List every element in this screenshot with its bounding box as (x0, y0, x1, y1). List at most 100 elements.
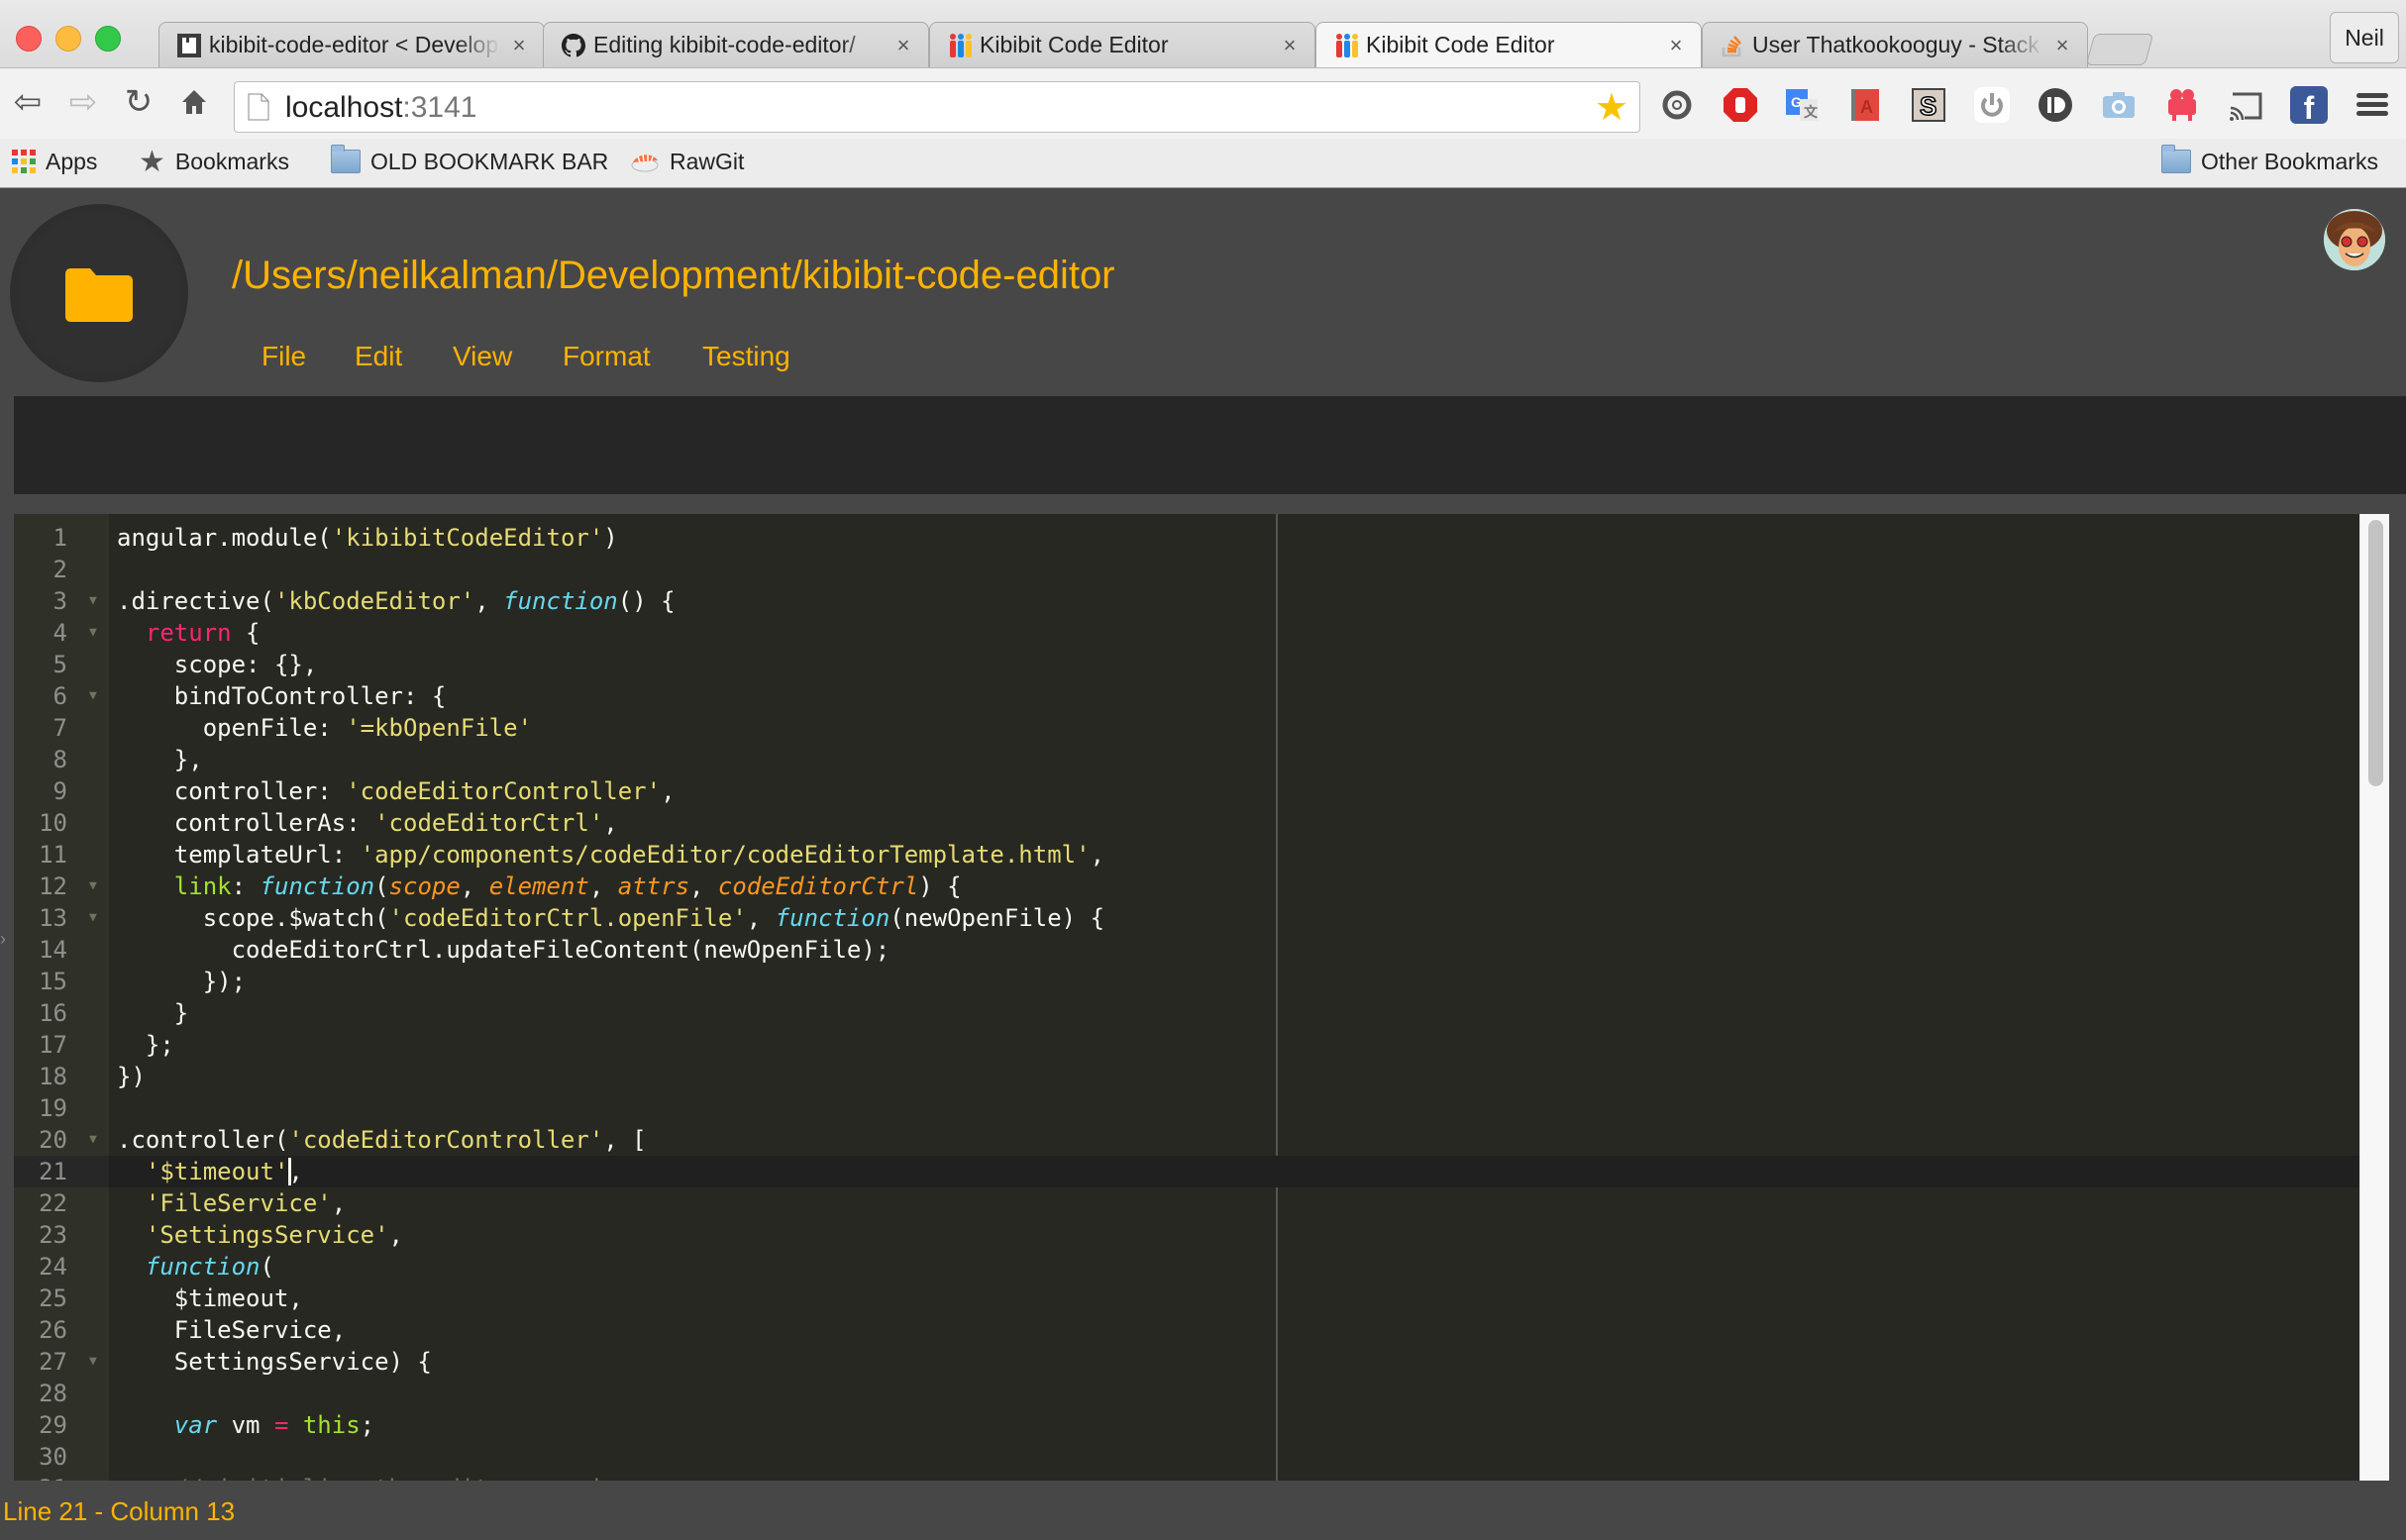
back-arrow-icon[interactable]: ⇦ (10, 83, 46, 121)
menu-testing[interactable]: Testing (702, 341, 790, 372)
video-recorder-icon[interactable] (2163, 86, 2201, 124)
new-tab-button[interactable] (2085, 34, 2154, 65)
scrollbar-thumb[interactable] (2368, 520, 2383, 786)
fold-toggle-icon[interactable]: ▼ (89, 585, 97, 617)
code-line[interactable]: 14 codeEditorCtrl.updateFileContent(newO… (14, 934, 2359, 966)
url-text[interactable]: localhost:3141 (285, 91, 476, 125)
code-text: function( (117, 1251, 274, 1283)
browser-tab[interactable]: Kibibit Code Editor × (929, 22, 1315, 67)
fold-toggle-icon[interactable]: ▼ (89, 617, 97, 649)
profile-button[interactable]: Neil (2330, 12, 2399, 63)
other-bookmarks[interactable]: Other Bookmarks (2161, 145, 2378, 176)
google-translate-icon[interactable]: G文 (1783, 86, 1821, 124)
browser-tab[interactable]: User Thatkookooguy - Stack Overflow × (1702, 22, 2088, 67)
code-line[interactable]: 4 ▼ return { (14, 617, 2359, 649)
browser-tab[interactable]: kibibit-code-editor < Development × (158, 22, 545, 67)
facebook-icon[interactable]: f (2290, 86, 2328, 126)
code-line[interactable]: 11 templateUrl: 'app/components/codeEdit… (14, 839, 2359, 871)
reload-icon[interactable]: ↻ (121, 83, 157, 121)
code-line[interactable]: 18}) (14, 1061, 2359, 1092)
power-icon[interactable] (1973, 86, 2011, 124)
chrome-menu-icon[interactable] (2354, 86, 2391, 124)
bookmark-star-icon[interactable]: ★ (1595, 85, 1628, 130)
fold-toggle-icon[interactable]: ▼ (89, 902, 97, 934)
tab-close-button[interactable]: × (2051, 33, 2073, 58)
code-line[interactable]: 19 (14, 1092, 2359, 1124)
window-close-button[interactable] (16, 26, 42, 51)
code-line[interactable]: 8 }, (14, 744, 2359, 775)
forward-arrow-icon[interactable]: ⇨ (65, 83, 101, 121)
code-line[interactable]: 23 'SettingsService', (14, 1219, 2359, 1251)
window-minimize-button[interactable] (55, 26, 81, 51)
token-plain: }; (117, 1031, 174, 1059)
editor-vertical-scrollbar[interactable] (2359, 514, 2389, 1481)
code-line[interactable]: 15 }); (14, 966, 2359, 997)
code-lines[interactable]: 1 angular.module('kibibitCodeEditor') 2 3 ▼.… (14, 522, 2359, 1481)
fold-toggle-icon[interactable]: ▼ (89, 871, 97, 902)
cast-icon[interactable] (2227, 86, 2264, 124)
fold-toggle-icon[interactable]: ▼ (89, 680, 97, 712)
code-line[interactable]: 22 'FileService', (14, 1187, 2359, 1219)
code-line[interactable]: 13 ▼ scope.$watch('codeEditorCtrl.openFil… (14, 902, 2359, 934)
token-kw: return (145, 619, 232, 647)
bookmark-old-bookmark-bar[interactable]: OLD BOOKMARK BAR (331, 145, 608, 176)
code-line[interactable]: 30 (14, 1441, 2359, 1473)
sync-icon[interactable] (1658, 86, 1696, 124)
d-extension-icon[interactable] (2037, 86, 2074, 124)
code-line[interactable]: 7 openFile: '=kbOpenFile' (14, 712, 2359, 744)
dictionary-icon[interactable]: A (1846, 86, 1884, 124)
code-line[interactable]: 1 angular.module('kibibitCodeEditor') (14, 522, 2359, 554)
code-line[interactable]: 31 // initialize the editor session (14, 1473, 2359, 1481)
code-text: var vm = this; (117, 1409, 374, 1441)
code-line[interactable]: 5 scope: {}, (14, 649, 2359, 680)
open-folder-button[interactable] (10, 204, 188, 382)
code-line[interactable]: 28 (14, 1378, 2359, 1409)
code-line[interactable]: 2 (14, 554, 2359, 585)
tab-close-button[interactable]: × (1665, 33, 1687, 58)
code-text: templateUrl: 'app/components/codeEditor/… (117, 839, 1104, 871)
code-line[interactable]: 9 controller: 'codeEditorController', (14, 775, 2359, 807)
code-editor[interactable]: 1 angular.module('kibibitCodeEditor') 2 3 ▼.… (14, 514, 2359, 1481)
code-line[interactable]: 25 $timeout, (14, 1283, 2359, 1314)
fold-toggle-icon[interactable]: ▼ (89, 1346, 97, 1378)
tab-close-button[interactable]: × (1279, 33, 1301, 58)
bookmark-bookmarks[interactable]: ★ Bookmarks (139, 146, 289, 178)
menu-format[interactable]: Format (563, 341, 651, 372)
line-number: 19 (39, 1094, 67, 1122)
code-line[interactable]: 26 FileService, (14, 1314, 2359, 1346)
camera-icon[interactable] (2100, 86, 2138, 124)
tab-close-button[interactable]: × (892, 33, 914, 58)
menu-file[interactable]: File (262, 341, 306, 372)
window-maximize-button[interactable] (95, 26, 121, 51)
home-icon[interactable] (176, 84, 212, 120)
adblock-icon[interactable] (1722, 86, 1759, 124)
s-extension-icon[interactable]: S (1910, 86, 1947, 124)
fold-toggle-icon[interactable]: ▼ (89, 1124, 97, 1156)
code-line[interactable]: 24 function( (14, 1251, 2359, 1283)
code-line[interactable]: 12 ▼ link: function(scope, element, attrs… (14, 871, 2359, 902)
menu-edit[interactable]: Edit (355, 341, 402, 372)
code-line[interactable]: 6 ▼ bindToController: { (14, 680, 2359, 712)
token-kw: = (273, 1411, 289, 1439)
code-line[interactable]: 16 } (14, 997, 2359, 1029)
sidebar-toggle-chevron-icon[interactable]: › (0, 929, 6, 950)
user-avatar[interactable] (2324, 209, 2385, 270)
code-line[interactable]: 10 controllerAs: 'codeEditorCtrl', (14, 807, 2359, 839)
menu-view[interactable]: View (453, 341, 512, 372)
code-line[interactable]: 3 ▼ .directive('kbCodeEditor', function() … (14, 585, 2359, 617)
code-text: bindToController: { (117, 680, 447, 712)
bookmark-apps[interactable]: Apps (12, 147, 97, 176)
code-line[interactable]: 27 ▼ SettingsService) { (14, 1346, 2359, 1378)
line-number: 25 (39, 1284, 67, 1312)
tab-close-button[interactable]: × (508, 33, 530, 58)
code-line[interactable]: 17 }; (14, 1029, 2359, 1061)
code-line[interactable]: 29 var vm = this; (14, 1409, 2359, 1441)
code-line[interactable]: 20 ▼ .controller('codeEditorController', [ (14, 1124, 2359, 1156)
bookmark-label: Bookmarks (174, 148, 289, 174)
bookmark-rawgit[interactable]: RawGit (630, 147, 744, 176)
browser-tab[interactable]: Editing kibibit-code-editor/ × (543, 22, 929, 67)
code-line[interactable]: 21 '$timeout', (14, 1156, 2359, 1187)
browser-tab-active[interactable]: Kibibit Code Editor × (1315, 22, 1702, 67)
